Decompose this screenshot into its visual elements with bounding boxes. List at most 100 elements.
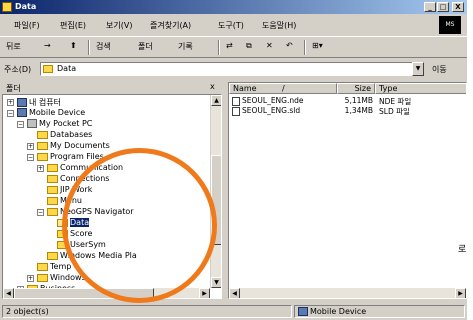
folders-pane-title: 폴더 [6, 84, 21, 93]
column-header-name[interactable]: Name / [229, 83, 337, 94]
column-header-type[interactable]: Type [375, 83, 466, 94]
tree-item-content: UserSym [57, 240, 106, 249]
tree-item-label: My Documents [50, 141, 110, 150]
tree-item-label: Connections [60, 174, 110, 183]
collapse-icon[interactable]: − [37, 209, 44, 216]
scroll-left-arrow-icon[interactable]: ◀ [229, 288, 240, 298]
scroll-up-arrow-icon[interactable]: ▲ [211, 95, 221, 106]
scroll-right-arrow-icon[interactable]: ▶ [199, 288, 210, 298]
folder-icon [37, 130, 48, 139]
maximize-button[interactable]: □ [437, 2, 449, 12]
open-folder-icon [57, 218, 68, 227]
address-dropdown-button[interactable]: ▼ [412, 62, 424, 76]
tree-horizontal-scrollbar[interactable]: ◀ ▶ [3, 288, 210, 298]
tree-item-label: UserSym [70, 240, 106, 249]
standard-toolbar: 뒤로 → ⬆ 검색 폴더 기록 ⇄ ⧉ ✕ ↶ ⊞▾ [0, 36, 467, 58]
file-size: 1,34MB [344, 106, 373, 115]
delete-button[interactable]: ✕ [266, 41, 273, 50]
menu-tools[interactable]: 도구(T) [218, 20, 244, 31]
tree-item-label: My Pocket PC [39, 119, 93, 128]
pocket-pc-icon [27, 119, 37, 128]
collapse-icon[interactable]: − [17, 121, 24, 128]
forward-button[interactable]: → [44, 41, 51, 50]
copy-to-button[interactable]: ⧉ [246, 41, 252, 51]
tree-item-label: Score [70, 229, 93, 238]
undo-button[interactable]: ↶ [286, 41, 293, 50]
status-object-count: 2 object(s) [2, 305, 292, 318]
tree-item-content: Menu [47, 196, 82, 205]
file-row[interactable]: SEOUL_ENG.sld [232, 106, 300, 116]
file-type: NDE 파일 [379, 97, 412, 106]
tree-item-label: Program Files [50, 152, 104, 161]
scroll-thumb[interactable] [14, 288, 154, 298]
folder-icon [47, 163, 58, 172]
tree-item-label: Temp [50, 262, 72, 271]
back-button[interactable]: 뒤로 [6, 41, 21, 52]
go-button[interactable]: 이동 [432, 64, 447, 75]
menu-edit[interactable]: 편집(E) [60, 20, 86, 31]
menu-favorites[interactable]: 즐겨찾기(A) [150, 20, 191, 31]
expand-icon[interactable]: + [27, 143, 34, 150]
collapse-icon[interactable]: − [7, 110, 14, 117]
minimize-button[interactable]: _ [424, 2, 436, 12]
margin-text: 로 [458, 245, 467, 255]
scroll-thumb[interactable] [211, 155, 221, 245]
folder-icon [37, 152, 48, 161]
folders-button[interactable]: 폴더 [138, 41, 153, 52]
history-button[interactable]: 기록 [178, 41, 193, 52]
computer-icon [17, 98, 27, 107]
tree-item-label: 내 컴퓨터 [29, 98, 61, 107]
file-icon [232, 96, 240, 106]
tree-item-label: Menu [60, 196, 82, 205]
tree-item-content: 내 컴퓨터 [17, 97, 61, 108]
folder-icon [47, 196, 58, 205]
file-name: SEOUL_ENG.nde [242, 96, 304, 105]
folders-pane-close-button[interactable]: x [210, 82, 215, 91]
file-row[interactable]: SEOUL_ENG.nde [232, 96, 304, 106]
tree-item-content: Communication [47, 163, 123, 172]
up-button[interactable]: ⬆ [70, 41, 77, 50]
search-button[interactable]: 검색 [96, 41, 111, 52]
folder-icon [37, 273, 48, 282]
folder-tree[interactable]: + 내 컴퓨터 − Mobile Device − My Pocket PC Databas… [2, 94, 222, 299]
tree-item-label: Windows Media Pla [60, 251, 137, 260]
folder-icon [57, 240, 68, 249]
scroll-right-arrow-icon[interactable]: ▶ [455, 288, 466, 298]
file-icon [232, 106, 240, 116]
toolbar-separator [88, 40, 90, 55]
column-name-label: Name [233, 84, 257, 93]
expand-icon[interactable]: + [27, 275, 34, 282]
list-horizontal-scrollbar[interactable]: ◀ ▶ [229, 288, 466, 298]
address-input[interactable]: Data [40, 62, 420, 76]
tree-item-content: Program Files [37, 152, 104, 161]
tree-item-content: Windows [37, 273, 86, 282]
close-button[interactable]: X [452, 2, 464, 12]
views-button[interactable]: ⊞▾ [312, 41, 323, 50]
expand-icon[interactable]: + [37, 165, 44, 172]
scroll-left-arrow-icon[interactable]: ◀ [3, 288, 14, 298]
tree-vertical-scrollbar[interactable]: ▲ ▼ [210, 95, 221, 288]
file-type: SLD 파일 [379, 107, 410, 116]
tree-item-content: Mobile Device [17, 108, 85, 117]
menu-file[interactable]: 파일(F) [14, 20, 40, 31]
move-to-button[interactable]: ⇄ [226, 41, 233, 50]
status-bar: 2 object(s) Mobile Device [0, 303, 467, 320]
folder-icon [37, 262, 48, 271]
tree-item-label: Data [70, 218, 90, 227]
folder-icon [47, 185, 58, 194]
explorer-window: Data _ □ X 파일(F) 편집(E) 보기(V) 즐겨찾기(A) 도구(… [0, 0, 467, 320]
title-bar[interactable]: Data _ □ X [0, 0, 467, 14]
folder-icon [47, 251, 58, 260]
column-header-size[interactable]: Size [337, 83, 375, 94]
file-list[interactable]: Name / Size Type SEOUL_ENG.nde 5,11MB NDE … [228, 82, 467, 299]
collapse-icon[interactable]: − [27, 154, 34, 161]
file-name: SEOUL_ENG.sld [242, 106, 301, 115]
scroll-down-arrow-icon[interactable]: ▼ [211, 277, 221, 288]
menu-help[interactable]: 도움말(H) [262, 20, 296, 31]
folder-icon [57, 229, 68, 238]
menu-view[interactable]: 보기(V) [106, 20, 132, 31]
folder-icon [37, 141, 48, 150]
expand-icon[interactable]: + [7, 99, 14, 106]
toolbar-separator [218, 40, 220, 55]
tree-item-content: Connections [47, 174, 109, 183]
